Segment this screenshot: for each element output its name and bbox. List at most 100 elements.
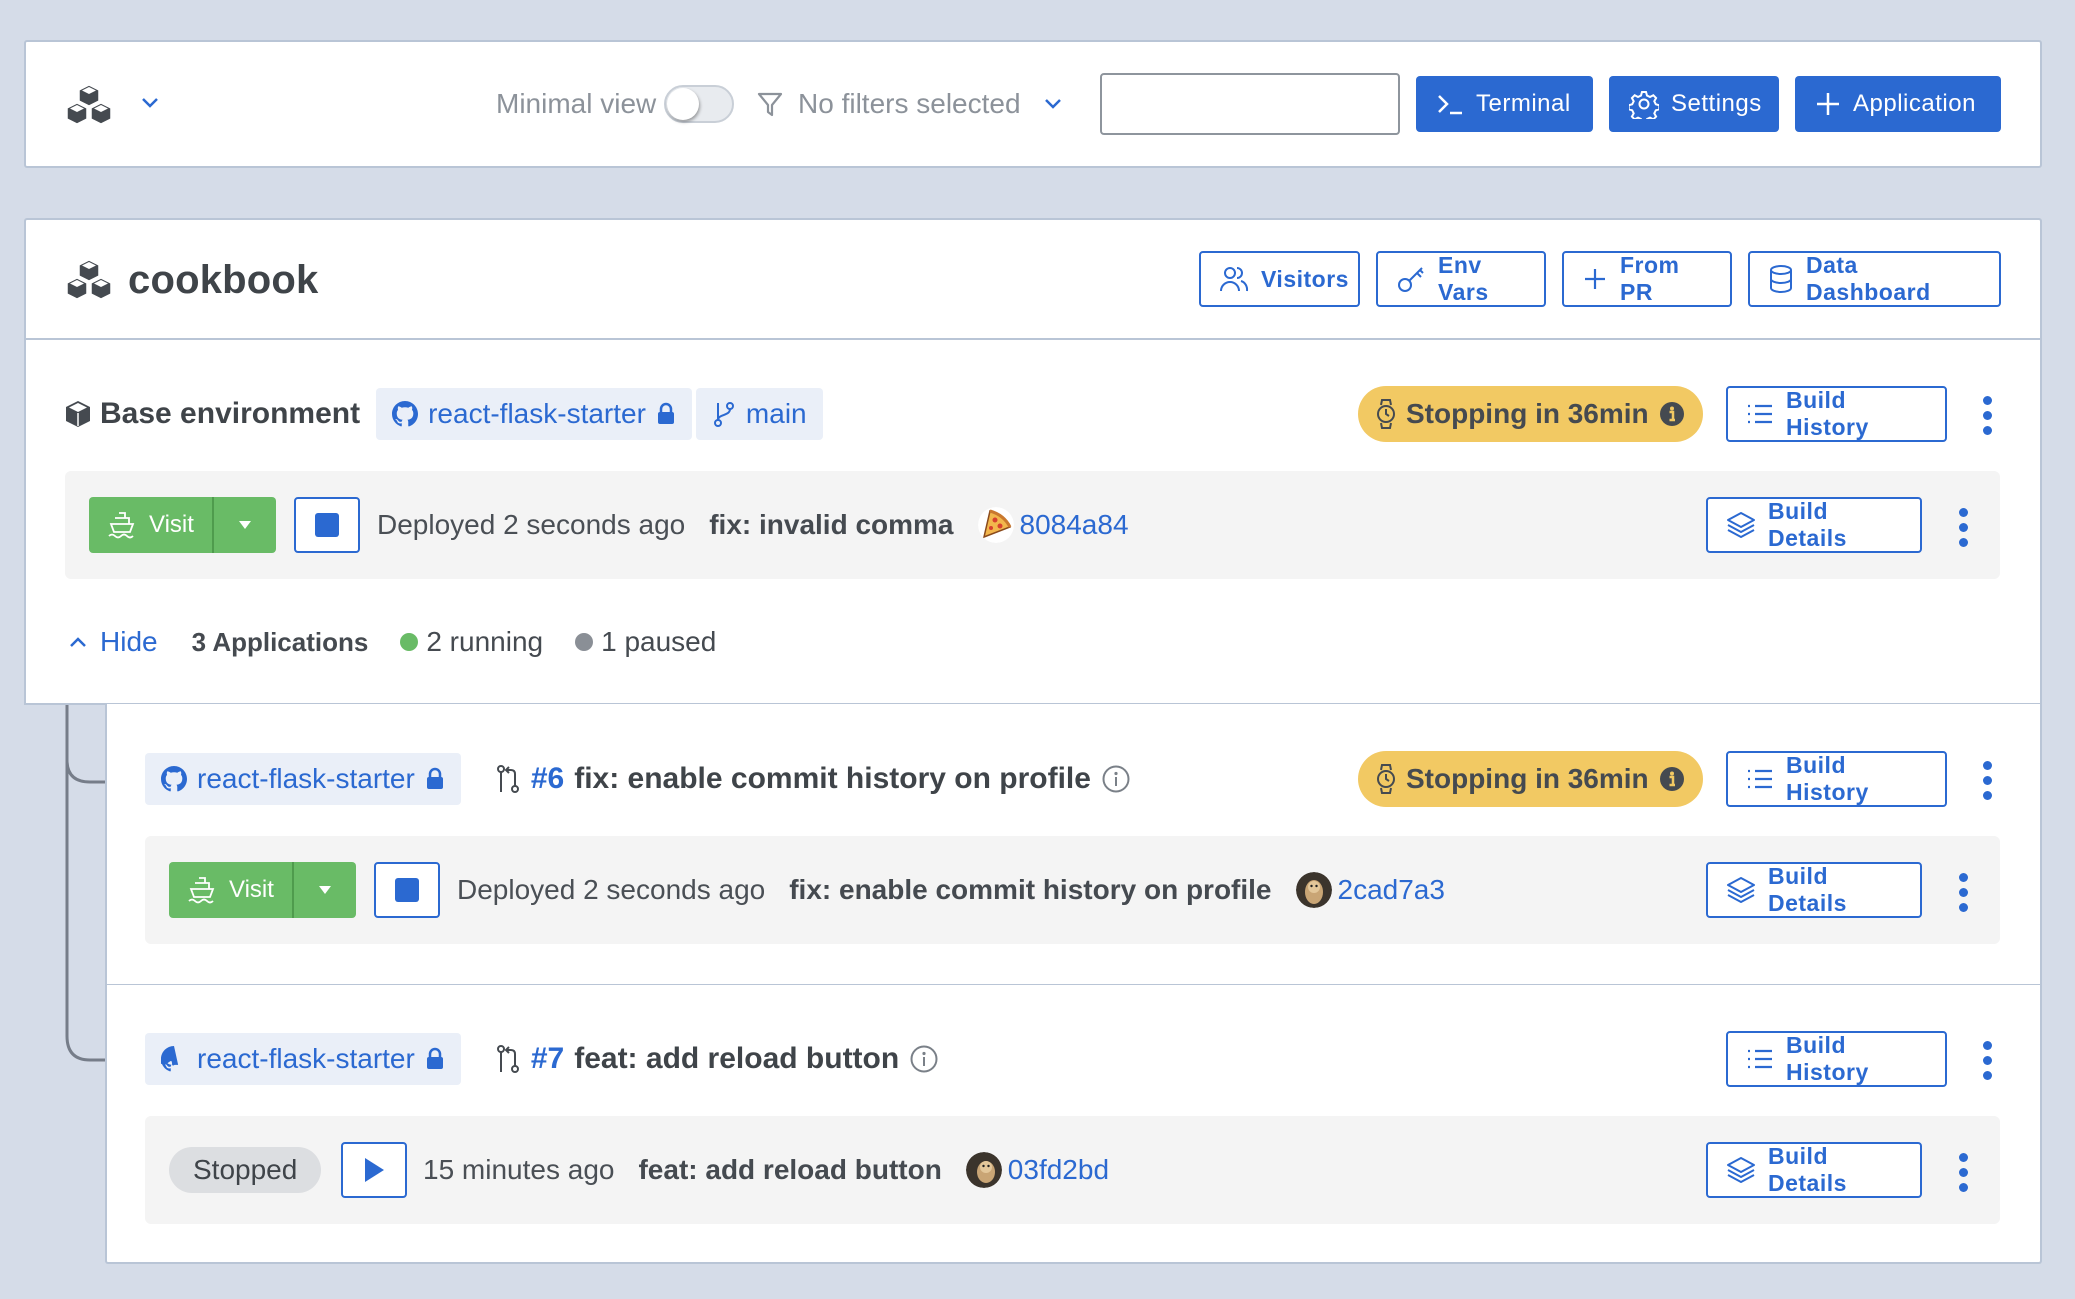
env-vars-button[interactable]: Env Vars: [1376, 251, 1546, 307]
build-history-button[interactable]: Build History: [1726, 386, 1947, 442]
from-pr-button[interactable]: From PR: [1562, 251, 1732, 307]
build-details-label: Build Details: [1768, 863, 1847, 916]
repo-chip[interactable]: react-flask-starter: [145, 753, 461, 805]
stopping-badge[interactable]: Stopping in 36min: [1358, 386, 1703, 442]
settings-label: Settings: [1671, 90, 1762, 117]
applications-count: 3 Applications: [191, 626, 369, 657]
stopping-badge[interactable]: Stopping in 36min: [1358, 751, 1703, 807]
key-icon: [1396, 264, 1426, 294]
info-icon: [1659, 766, 1685, 792]
stop-button[interactable]: [294, 497, 360, 553]
visit-split-button: Visit: [169, 862, 356, 918]
git-pull-request-icon: [495, 1044, 521, 1074]
repo-chip[interactable]: react-flask-starter: [376, 388, 692, 440]
info-circle-icon: [1101, 764, 1131, 794]
build-history-label: Build History: [1786, 1032, 1869, 1085]
repo-name: react-flask-starter: [197, 1043, 415, 1074]
build-history-button[interactable]: Build History: [1726, 751, 1947, 807]
build-details-label: Build Details: [1768, 1143, 1847, 1196]
base-env-more-menu-icon[interactable]: [1980, 396, 1994, 435]
pr-header: react-flask-starter #6 fix: enable commi…: [145, 753, 1131, 805]
pr-title-text: fix: enable commit history on profile: [574, 762, 1091, 795]
visit-label: Visit: [229, 876, 274, 903]
pr-number: #6: [530, 762, 565, 795]
commit-message: fix: enable commit history on profile: [789, 874, 1272, 905]
branch-chip[interactable]: main: [695, 388, 823, 440]
build-details-button[interactable]: Build Details: [1706, 497, 1922, 553]
filter-icon: [756, 90, 784, 118]
paused-count: 1 paused: [601, 626, 717, 657]
terminal-button[interactable]: Terminal: [1416, 76, 1593, 132]
start-button[interactable]: [341, 1142, 407, 1198]
deployed-time: Deployed 2 seconds ago: [377, 509, 686, 540]
repo-name: react-flask-starter: [428, 398, 646, 429]
list-icon: [1746, 403, 1774, 425]
filter-dropdown[interactable]: No filters selected: [756, 84, 1063, 124]
git-branch-icon: [712, 400, 736, 428]
gear-icon: [1629, 89, 1659, 119]
watch-icon: [1376, 399, 1396, 429]
visit-options-caret-down-icon[interactable]: [214, 497, 276, 553]
commit-link[interactable]: 2cad7a3: [1295, 872, 1445, 908]
minimal-view-control: Minimal view: [496, 84, 735, 124]
visit-button[interactable]: Visit: [169, 862, 294, 918]
stop-icon: [315, 513, 339, 537]
running-status-dot: [400, 633, 419, 651]
terminal-icon: [1436, 92, 1464, 116]
list-icon: [1746, 768, 1774, 790]
minimal-view-toggle[interactable]: [664, 85, 735, 123]
status-badge: Stopped: [169, 1147, 322, 1193]
deployment-more-menu-icon[interactable]: [1956, 1153, 1970, 1192]
repo-chip[interactable]: react-flask-starter: [145, 1033, 461, 1085]
panel-divider: [24, 338, 2042, 340]
search-input-wrapper[interactable]: [1100, 73, 1452, 135]
github-icon: [161, 766, 187, 792]
deployment-more-menu-icon[interactable]: [1956, 873, 1970, 912]
commit-hash: 03fd2bd: [1007, 1154, 1110, 1185]
pr-header: react-flask-starter #7 feat: add reload …: [145, 1033, 939, 1085]
pr-title[interactable]: #6 fix: enable commit history on profile: [495, 762, 1131, 796]
visit-options-caret-down-icon[interactable]: [294, 862, 356, 918]
watch-icon: [1376, 764, 1396, 794]
pr-number: #7: [530, 1042, 565, 1075]
add-application-button[interactable]: Application: [1795, 76, 2001, 132]
stopping-badge-label: Stopping in 36min: [1406, 763, 1649, 794]
minimal-view-label: Minimal view: [496, 88, 657, 119]
lock-icon: [656, 402, 676, 426]
build-history-button[interactable]: Build History: [1726, 1031, 1947, 1087]
avatar-dog-icon: [965, 1152, 1002, 1188]
pr-env-more-menu-icon[interactable]: [1980, 761, 1994, 800]
settings-button[interactable]: Settings: [1609, 76, 1779, 132]
commit-hash: 2cad7a3: [1337, 874, 1445, 905]
ship-icon: [187, 876, 217, 904]
visitors-button[interactable]: Visitors: [1199, 251, 1360, 307]
search-input[interactable]: [1102, 75, 1426, 133]
build-details-button[interactable]: Build Details: [1706, 862, 1922, 918]
repo-name: react-flask-starter: [197, 763, 415, 794]
layers-icon: [1726, 1156, 1756, 1184]
pr-title-text: feat: add reload button: [574, 1042, 900, 1075]
avatar-dog-icon: [1295, 872, 1332, 908]
pr-title[interactable]: #7 feat: add reload button: [495, 1042, 939, 1076]
users-icon: [1219, 265, 1249, 293]
github-icon: [392, 401, 419, 427]
plus-icon: [1815, 91, 1841, 117]
project-switcher-chevron-down-icon[interactable]: [140, 96, 160, 110]
pr-deploy-info: 15 minutes ago feat: add reload button 0…: [423, 1150, 1109, 1190]
branch-name: main: [745, 398, 807, 429]
pr-env-more-menu-icon[interactable]: [1980, 1041, 1994, 1080]
commit-link[interactable]: 8084a84: [977, 507, 1129, 543]
avatar-pizza-icon: [977, 507, 1014, 543]
build-history-label: Build History: [1786, 387, 1869, 440]
stop-button[interactable]: [374, 862, 440, 918]
deployment-more-menu-icon[interactable]: [1956, 508, 1970, 547]
build-details-button[interactable]: Build Details: [1706, 1142, 1922, 1198]
commit-link[interactable]: 03fd2bd: [965, 1152, 1110, 1188]
base-env-deploy-info: Deployed 2 seconds ago fix: invalid comm…: [377, 505, 1129, 545]
list-icon: [1746, 1048, 1774, 1070]
info-icon: [1659, 401, 1685, 427]
data-dashboard-button[interactable]: Data Dashboard: [1748, 251, 2001, 307]
visitors-label: Visitors: [1261, 265, 1349, 292]
chevron-down-icon: [1043, 97, 1063, 111]
data-dashboard-label: Data Dashboard: [1806, 252, 1931, 305]
